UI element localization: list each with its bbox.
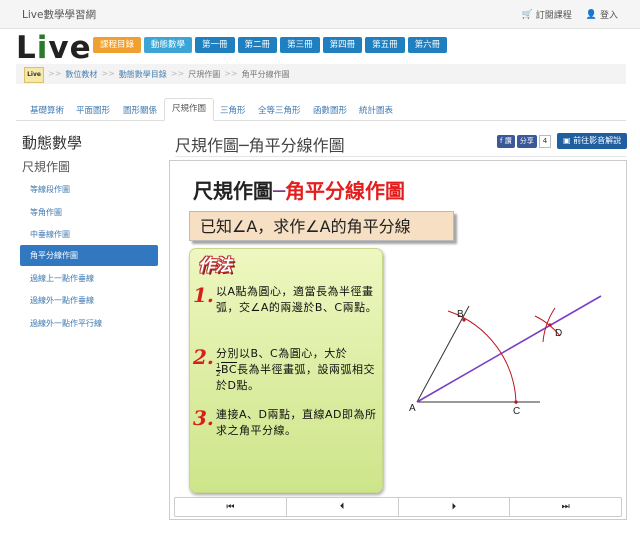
facebook-like-button[interactable]: f 讚 [497,135,515,148]
lesson-title-dash: ─ [273,179,286,203]
page-title: 尺規作圖─角平分線作圖 [175,136,345,155]
breadcrumb-home-logo[interactable]: Live [24,67,44,83]
nav-course-catalog[interactable]: 課程目錄 [93,37,142,53]
nav-book-5[interactable]: 第五冊 [365,37,405,53]
tab-basic-arithmetic[interactable]: 基礎算術 [30,104,64,116]
step-2-text-a: 分別以B、C為圓心，大於 [216,347,348,360]
lesson-title-main: 尺規作圖 [193,179,273,203]
sidebar-item-angle-bisector[interactable]: 角平分線作圖 [20,245,158,266]
tab-plane-figures[interactable]: 平面圖形 [76,104,110,116]
label-b: B [457,309,464,320]
logo-letters-ve: ve [48,30,92,66]
top-links: 🛒 訂閱課程 👤 登入 [521,8,618,22]
logo-letter-i: i [36,30,49,66]
sidebar-item-equal-segment[interactable]: 等線段作圖 [20,179,158,200]
sidebar-item-perpendicular-through-point-on-line[interactable]: 過線上一點作垂線 [20,268,158,289]
nav-book-4[interactable]: 第四冊 [322,37,363,53]
lesson-title-topic: 角平分線作圖 [285,179,406,203]
step-2-text-b: 長為半徑畫弧，設兩弧相交於D點。 [216,363,376,392]
breadcrumb-digital-materials[interactable]: 數位教材 [65,69,97,80]
label-d: D [555,328,562,339]
social-share: f 讚 分享 4 [497,135,552,148]
breadcrumb-sep: >> [101,69,115,78]
nav-book-2[interactable]: 第二冊 [237,37,278,53]
step-2-text: 分別以B、C為圓心，大於 1 2BC長為半徑畫弧，設兩弧相交於D點。 [216,346,378,394]
last-step-button[interactable]: ⏭ [510,498,621,516]
login-link[interactable]: 👤 登入 [585,8,618,22]
first-step-button[interactable]: ⏮ [175,498,287,516]
label-a: A [409,403,416,414]
category-tabs: 基礎算術 平面圖形 圖形關係 尺規作圖 三角形 全等三角形 函數圖形 統計圖表 [16,98,626,121]
breadcrumb-sep: >> [224,69,238,78]
method-label: 作法 [198,256,232,276]
site-name[interactable]: Live數學學習網 [22,7,96,22]
last-icon: ⏭ [561,502,570,512]
tab-compass-construction[interactable]: 尺規作圖 [164,98,215,121]
previous-step-button[interactable]: ⏴ [287,498,399,516]
segment-bc: BC [220,363,238,376]
main-nav: 課程目錄 動態數學 第一冊 第二冊 第三冊 第四冊 第五冊 第六冊 [93,37,448,53]
point-d [548,323,552,327]
site-logo[interactable]: Live [16,30,92,66]
nav-dynamic-math[interactable]: 動態數學 [144,37,193,53]
first-icon: ⏮ [226,502,235,512]
step-1-number: 1. [193,283,214,307]
nav-book-1[interactable]: 第一冊 [195,37,235,53]
tab-figure-relations[interactable]: 圖形關係 [123,104,157,116]
tab-function-graphs[interactable]: 函數圖形 [313,104,347,116]
bisector-line [416,295,602,403]
video-explanation-button[interactable]: ▣ 前往影音解說 [557,133,628,149]
breadcrumb: Live >> 數位教材 >> 動態數學目錄 >> 尺規作圖 >> 角平分線作圖 [16,64,626,84]
breadcrumb-sep: >> [170,69,185,78]
user-icon: 👤 [585,9,597,20]
breadcrumb-items: >> 數位教材 >> 動態數學目錄 >> 尺規作圖 >> 角平分線作圖 [48,69,290,80]
angle-bisector-diagram: A B C D [409,295,602,417]
breadcrumb-dynamic-math-catalog[interactable]: 動態數學目錄 [119,69,167,80]
cart-icon: 🛒 [521,9,533,20]
logo-letter-l: L [16,30,37,66]
step-controls: ⏮ ⏴ ⏵ ⏭ [174,497,622,517]
label-c: C [513,406,520,417]
breadcrumb-compass-construction[interactable]: 尺規作圖 [188,69,220,80]
sidebar-title: 動態數學 [22,134,83,152]
point-c [514,400,518,404]
step-3-number: 3. [193,406,214,430]
step-3-text: 連接A、D兩點，直線AD即為所求之角平分線。 [216,408,377,437]
nav-book-6[interactable]: 第六冊 [407,37,448,53]
next-icon: ⏵ [451,502,457,512]
tab-triangles[interactable]: 三角形 [220,104,246,116]
subscribe-label: 訂閱課程 [535,11,572,21]
breadcrumb-current: 角平分線作圖 [241,70,290,79]
next-step-button[interactable]: ⏵ [399,498,511,516]
video-button-label: 前往影音解說 [573,136,622,145]
sidebar-subtitle: 尺規作圖 [22,160,71,174]
breadcrumb-sep: >> [48,69,62,78]
sidebar-item-equal-angle[interactable]: 等角作圖 [20,202,158,223]
video-icon: ▣ [563,136,574,145]
share-count: 4 [538,135,552,148]
tab-congruent-triangles[interactable]: 全等三角形 [258,104,301,116]
step-2-number: 2. [193,345,214,369]
step-1-text: 以A點為圓心，適當長為半徑畫弧，交∠A的兩邊於B、C兩點。 [216,285,378,314]
login-label: 登入 [599,11,618,21]
sidebar-item-perpendicular-through-point-off-line[interactable]: 過線外一點作垂線 [20,290,158,311]
lesson-title: 尺規作圖─角平分線作圖 [193,175,405,204]
top-bar: Live數學學習網 🛒 訂閱課程 👤 登入 [0,0,640,29]
given-statement: 已知∠A，求作∠A的角平分線 [189,211,454,241]
tab-statistics-charts[interactable]: 統計圖表 [359,104,393,116]
subscribe-link[interactable]: 🛒 訂閱課程 [521,8,572,22]
sidebar-item-perpendicular-bisector[interactable]: 中垂線作圖 [20,224,158,245]
title-divider [175,156,626,157]
share-button[interactable]: 分享 [516,135,537,148]
nav-book-3[interactable]: 第三冊 [280,37,320,53]
sidebar-item-parallel-through-point[interactable]: 過線外一點作平行線 [20,313,158,334]
prev-icon: ⏴ [339,502,345,512]
